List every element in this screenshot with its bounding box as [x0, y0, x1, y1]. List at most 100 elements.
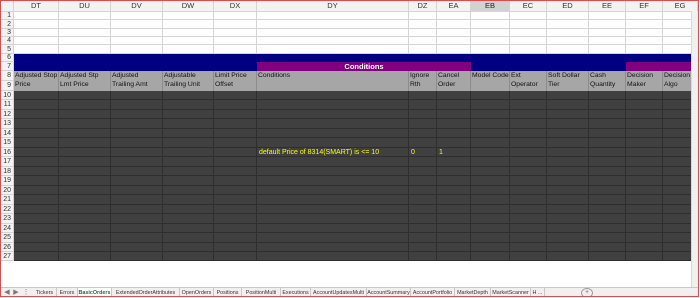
gridline	[662, 91, 663, 261]
column-header-dx[interactable]: DX	[214, 1, 257, 11]
field-header-ed[interactable]: Soft Dollar Tier	[547, 71, 589, 91]
field-header-ee[interactable]: Cash Quantity	[589, 71, 626, 91]
field-header-ec[interactable]: Ext Operator	[510, 71, 547, 91]
prev-sheet-icon[interactable]: ◀	[3, 288, 11, 296]
gridline	[625, 91, 626, 261]
condition-cell[interactable]: default Price of 8314(SMART) is <= 10	[259, 148, 379, 157]
vertical-scrollbar[interactable]	[691, 11, 698, 287]
row-number-8[interactable]: 8	[1, 71, 14, 81]
column-header-du[interactable]: DU	[59, 1, 111, 11]
field-header-dt[interactable]: Adjusted Stop Price	[14, 71, 59, 91]
row-number-21[interactable]: 21	[1, 195, 14, 205]
row-number-7[interactable]: 7	[1, 62, 14, 71]
field-header-dy[interactable]: Conditions	[257, 71, 409, 91]
row-number-23[interactable]: 23	[1, 214, 14, 224]
row-number-20[interactable]: 20	[1, 186, 14, 195]
sheet-tab-accountupdatesmulti[interactable]: AccountUpdatesMulti	[311, 288, 367, 296]
gridline	[408, 12, 409, 54]
field-header-dx[interactable]: Limit Price Offset	[214, 71, 257, 91]
column-header-ec[interactable]: EC	[510, 1, 547, 11]
row-number-12[interactable]: 12	[1, 110, 14, 119]
row-number-17[interactable]: 17	[1, 157, 14, 167]
row-number-15[interactable]: 15	[1, 138, 14, 148]
row-number-24[interactable]: 24	[1, 224, 14, 233]
row-number-22[interactable]: 22	[1, 205, 14, 214]
row-number-19[interactable]: 19	[1, 176, 14, 186]
row-number-27[interactable]: 27	[1, 252, 14, 261]
row-number-25[interactable]: 25	[1, 233, 14, 243]
sheet-tab-accountportfolio[interactable]: AccountPortfolio	[411, 288, 455, 296]
column-header-eg[interactable]: EG	[663, 1, 698, 11]
field-header-dz[interactable]: Ignore Rth	[409, 71, 437, 91]
column-header-dy[interactable]: DY	[257, 1, 409, 11]
column-header-ef[interactable]: EF	[626, 1, 663, 11]
field-header-ea[interactable]: Cancel Order	[437, 71, 471, 91]
gridline	[162, 12, 163, 54]
cancel-order-cell[interactable]: 1	[439, 148, 443, 157]
column-header-dw[interactable]: DW	[163, 1, 214, 11]
field-header-ef[interactable]: Decision Maker	[626, 71, 663, 91]
row-number-5[interactable]: 5	[1, 45, 14, 54]
conditions-group-header: Conditions	[257, 62, 471, 71]
navy-band-row	[14, 54, 698, 62]
column-header-ea[interactable]: EA	[437, 1, 471, 11]
gridline	[14, 19, 698, 20]
sheet-tab-marketscanner[interactable]: MarketScanner	[491, 288, 531, 296]
select-all-corner[interactable]	[1, 1, 14, 11]
sheet-tab-positionmulti[interactable]: PositionMulti	[242, 288, 281, 296]
ignore-rth-cell[interactable]: 0	[411, 148, 415, 157]
gridline	[14, 213, 698, 214]
gridline	[110, 12, 111, 54]
column-header-dv[interactable]: DV	[111, 1, 163, 11]
column-header-ee[interactable]: EE	[589, 1, 626, 11]
column-header-eb[interactable]: EB	[471, 1, 510, 11]
gridline	[14, 242, 698, 243]
gridline	[588, 91, 589, 261]
column-header-dz[interactable]: DZ	[409, 1, 437, 11]
row-number-1[interactable]: 1	[1, 12, 14, 20]
field-header-du[interactable]: Adjusted Stp Lmt Price	[59, 71, 111, 91]
row-number-11[interactable]: 11	[1, 100, 14, 110]
field-header-dv[interactable]: Adjusted Trailing Amt	[111, 71, 163, 91]
sheet-tab-accountsummary[interactable]: AccountSummary	[367, 288, 411, 296]
row-number-2[interactable]: 2	[1, 20, 14, 29]
gridline	[213, 91, 214, 261]
row-number-13[interactable]: 13	[1, 119, 14, 129]
row-number-6[interactable]: 6	[1, 54, 14, 62]
next-sheet-icon[interactable]: ▶	[12, 288, 20, 296]
gridline	[509, 12, 510, 54]
gridline	[14, 251, 698, 252]
column-header-ed[interactable]: ED	[547, 1, 589, 11]
row-number-10[interactable]: 10	[1, 91, 14, 100]
row-number-4[interactable]: 4	[1, 37, 14, 45]
sheet-tab-executions[interactable]: Executions	[281, 288, 311, 296]
gridline	[14, 137, 698, 138]
gridline	[256, 12, 257, 54]
row-number-18[interactable]: 18	[1, 167, 14, 176]
gridline	[14, 204, 698, 205]
row-number-16[interactable]: 16	[1, 148, 14, 157]
row-number-14[interactable]: 14	[1, 129, 14, 138]
gridline	[408, 91, 409, 261]
more-sheets-icon[interactable]: ⋮	[21, 288, 31, 296]
sheet-tab-positions[interactable]: Positions	[214, 288, 242, 296]
sheet-tab-openorders[interactable]: OpenOrders	[180, 288, 214, 296]
sheet-tab-basicorders[interactable]: BasicOrders	[78, 288, 112, 296]
row-number-26[interactable]: 26	[1, 243, 14, 252]
gridline	[470, 91, 471, 261]
row-number-9[interactable]: 9	[1, 81, 14, 91]
field-header-dw[interactable]: Adjustable Trailing Unit	[163, 71, 214, 91]
gridline	[14, 109, 698, 110]
sheet-tab-h-[interactable]: H ...	[531, 288, 545, 296]
gridline	[436, 12, 437, 54]
gridline	[58, 12, 59, 54]
row-number-3[interactable]: 3	[1, 29, 14, 37]
gridline	[14, 260, 698, 261]
field-header-eb[interactable]: Model Code	[471, 71, 510, 91]
sheet-tab-errors[interactable]: Errors	[57, 288, 78, 296]
add-sheet-icon[interactable]: +	[581, 288, 593, 296]
sheet-tab-marketdepth[interactable]: MarketDepth	[455, 288, 491, 296]
sheet-tab-extendedorderattributes[interactable]: ExtendedOrderAttributes	[112, 288, 180, 296]
column-header-dt[interactable]: DT	[14, 1, 59, 11]
sheet-tab-tickers[interactable]: Tickers	[33, 288, 57, 296]
